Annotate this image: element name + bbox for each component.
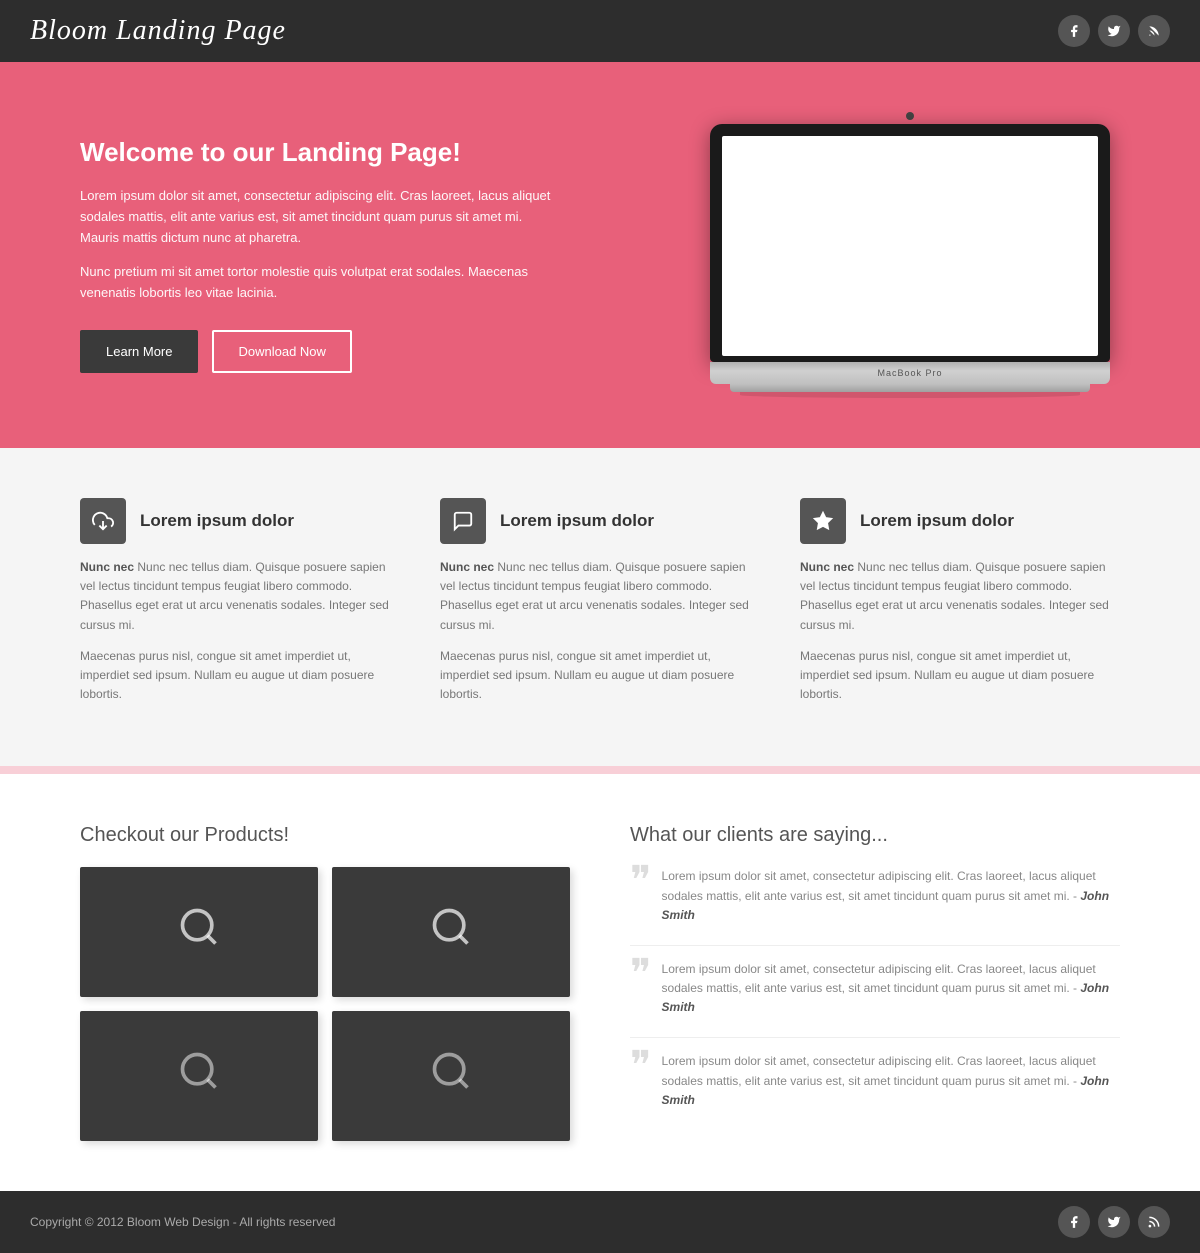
- laptop-shadow: [740, 392, 1080, 398]
- header-twitter-icon[interactable]: [1098, 15, 1130, 47]
- product-search-icon-1: [177, 905, 221, 959]
- hero-para1: Lorem ipsum dolor sit amet, consectetur …: [80, 186, 560, 248]
- feature-body2-2: Maecenas purus nisl, congue sit amet imp…: [440, 647, 760, 705]
- feature-title-3: Lorem ipsum dolor: [860, 511, 1014, 531]
- product-thumb-3[interactable]: [80, 1011, 318, 1141]
- hero-heading: Welcome to our Landing Page!: [80, 137, 560, 168]
- products-heading: Checkout our Products!: [80, 824, 570, 847]
- site-title: Bloom Landing Page: [30, 15, 286, 47]
- feature-title-2: Lorem ipsum dolor: [500, 511, 654, 531]
- learn-more-button[interactable]: Learn More: [80, 330, 198, 373]
- quote-mark-3: ❞: [630, 1046, 652, 1086]
- testimonial-text-1: Lorem ipsum dolor sit amet, consectetur …: [662, 867, 1120, 925]
- feature-card-1: Lorem ipsum dolor Nunc nec Nunc nec tell…: [80, 498, 400, 716]
- feature-body1-1: Nunc nec Nunc nec tellus diam. Quisque p…: [80, 558, 400, 635]
- site-header: Bloom Landing Page: [0, 0, 1200, 62]
- hero-laptop-image: MacBook Pro: [700, 112, 1120, 398]
- hero-section: Welcome to our Landing Page! Lorem ipsum…: [0, 62, 1200, 448]
- laptop-screen-inner: [722, 136, 1098, 356]
- feature-icon-row-3: Lorem ipsum dolor: [800, 498, 1120, 544]
- feature-card-3: Lorem ipsum dolor Nunc nec Nunc nec tell…: [800, 498, 1120, 716]
- testimonial-text-3: Lorem ipsum dolor sit amet, consectetur …: [662, 1052, 1120, 1110]
- testimonials-column: What our clients are saying... ❞ Lorem i…: [630, 824, 1120, 1141]
- download-now-button[interactable]: Download Now: [212, 330, 351, 373]
- feature-body1-2: Nunc nec Nunc nec tellus diam. Quisque p…: [440, 558, 760, 635]
- footer-social-icons: [1058, 1206, 1170, 1238]
- product-search-icon-3: [177, 1049, 221, 1103]
- quote-mark-2: ❞: [630, 954, 652, 994]
- product-grid: [80, 867, 570, 1141]
- header-social-icons: [1058, 15, 1170, 47]
- laptop-camera: [906, 112, 914, 120]
- product-thumb-4[interactable]: [332, 1011, 570, 1141]
- cloud-download-icon: [80, 498, 126, 544]
- chat-icon: [440, 498, 486, 544]
- testimonials-heading: What our clients are saying...: [630, 824, 1120, 847]
- footer-rss-icon[interactable]: [1138, 1206, 1170, 1238]
- pink-divider: [0, 766, 1200, 774]
- testimonial-3: ❞ Lorem ipsum dolor sit amet, consectetu…: [630, 1052, 1120, 1110]
- quote-mark-1: ❞: [630, 861, 652, 901]
- feature-icon-row-1: Lorem ipsum dolor: [80, 498, 400, 544]
- feature-card-2: Lorem ipsum dolor Nunc nec Nunc nec tell…: [440, 498, 760, 716]
- footer-copyright: Copyright © 2012 Bloom Web Design - All …: [30, 1215, 335, 1229]
- features-section: Lorem ipsum dolor Nunc nec Nunc nec tell…: [0, 448, 1200, 766]
- header-facebook-icon[interactable]: [1058, 15, 1090, 47]
- header-rss-icon[interactable]: [1138, 15, 1170, 47]
- testimonial-divider-1: [630, 945, 1120, 946]
- hero-text: Welcome to our Landing Page! Lorem ipsum…: [80, 137, 560, 373]
- feature-body2-1: Maecenas purus nisl, congue sit amet imp…: [80, 647, 400, 705]
- footer-twitter-icon[interactable]: [1098, 1206, 1130, 1238]
- product-search-icon-4: [429, 1049, 473, 1103]
- star-icon: [800, 498, 846, 544]
- site-footer: Copyright © 2012 Bloom Web Design - All …: [0, 1191, 1200, 1253]
- laptop-label: MacBook Pro: [877, 368, 942, 378]
- laptop-foot: [730, 384, 1090, 392]
- product-thumb-1[interactable]: [80, 867, 318, 997]
- bottom-section: Checkout our Products!: [0, 774, 1200, 1191]
- feature-body1-3: Nunc nec Nunc nec tellus diam. Quisque p…: [800, 558, 1120, 635]
- laptop-base: MacBook Pro: [710, 362, 1110, 384]
- products-column: Checkout our Products!: [80, 824, 570, 1141]
- feature-title-1: Lorem ipsum dolor: [140, 511, 294, 531]
- testimonial-2: ❞ Lorem ipsum dolor sit amet, consectetu…: [630, 960, 1120, 1018]
- product-thumb-2[interactable]: [332, 867, 570, 997]
- feature-icon-row-2: Lorem ipsum dolor: [440, 498, 760, 544]
- laptop-screen-outer: [710, 124, 1110, 362]
- feature-body2-3: Maecenas purus nisl, congue sit amet imp…: [800, 647, 1120, 705]
- laptop-graphic: MacBook Pro: [710, 112, 1110, 398]
- hero-para2: Nunc pretium mi sit amet tortor molestie…: [80, 262, 560, 304]
- testimonial-text-2: Lorem ipsum dolor sit amet, consectetur …: [662, 960, 1120, 1018]
- footer-facebook-icon[interactable]: [1058, 1206, 1090, 1238]
- testimonial-1: ❞ Lorem ipsum dolor sit amet, consectetu…: [630, 867, 1120, 925]
- testimonial-divider-2: [630, 1037, 1120, 1038]
- product-search-icon-2: [429, 905, 473, 959]
- hero-buttons: Learn More Download Now: [80, 330, 560, 373]
